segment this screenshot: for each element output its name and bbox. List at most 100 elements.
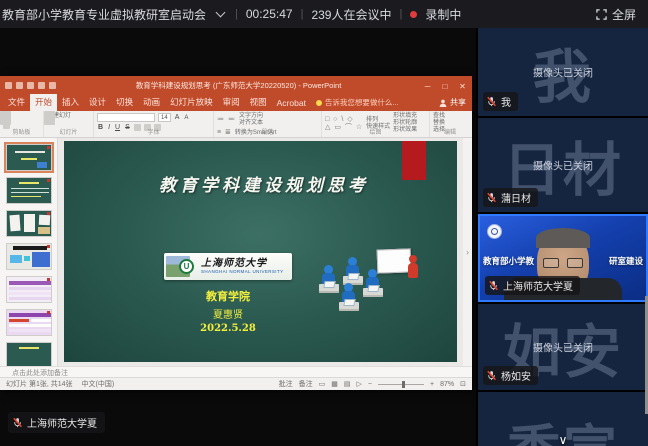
- ppt-status-bar: 幻灯片 第1张, 共14张 中文(中国) 批注 备注 ▭ ▦ ▤ ▷ − + 8…: [0, 377, 472, 390]
- mic-muted-icon: [12, 417, 23, 428]
- tab-slideshow[interactable]: 幻灯片放映: [165, 94, 218, 111]
- ppt-titlebar: 教育学科建设规划思考 (广东师范大学20220520) - PowerPoint…: [0, 76, 472, 94]
- normal-view-icon[interactable]: ▭: [319, 380, 326, 388]
- recording-status: 录制中: [425, 6, 461, 23]
- close-icon[interactable]: ✕: [456, 82, 469, 91]
- minimize-icon[interactable]: ─: [421, 82, 434, 91]
- bullet-list-icon[interactable]: ≔ ≕: [217, 116, 236, 124]
- meeting-title: 教育部小学教育专业虚拟教研室启动会: [2, 6, 206, 23]
- notes-button[interactable]: 备注: [299, 379, 313, 389]
- ribbon-group-drawing: □ ○ \ ◇△ ▭ ⌒ ☆ 排列 快速样式 形状填充 形状轮廓 形状效果 绘图: [322, 111, 430, 137]
- divider: |: [399, 8, 402, 20]
- teacher-figure: [409, 255, 417, 263]
- tab-design[interactable]: 设计: [84, 94, 111, 111]
- zoom-level[interactable]: 87%: [440, 381, 454, 388]
- participant-tile[interactable]: 如安 摄像头已关闭 杨如安: [478, 304, 648, 390]
- slide-scrollbar[interactable]: ›: [463, 138, 472, 366]
- slide-red-rectangle: [402, 141, 426, 180]
- window-controls: ─ □ ✕: [421, 76, 469, 94]
- tab-transitions[interactable]: 切换: [111, 94, 138, 111]
- shape-outline-button[interactable]: 形状轮廓: [393, 120, 417, 127]
- shrink-font-icon[interactable]: A: [183, 115, 189, 121]
- comments-button[interactable]: 批注: [279, 379, 293, 389]
- virtual-bg-text-left: 教育部小学教: [483, 255, 534, 267]
- divider: |: [235, 8, 238, 20]
- fit-slide-icon[interactable]: ⊡: [460, 380, 466, 388]
- maximize-icon[interactable]: □: [439, 82, 452, 91]
- tab-animations[interactable]: 动画: [138, 94, 165, 111]
- slide-thumbnail-panel: [0, 138, 58, 366]
- meeting-topbar: 教育部小学教育专业虚拟教研室启动会 | 00:25:47 | 239人在会议中 …: [0, 0, 648, 28]
- align-text-button[interactable]: 对齐文本: [239, 120, 263, 127]
- tab-view[interactable]: 视图: [245, 94, 272, 111]
- participant-name-label: 我: [483, 92, 518, 111]
- ribbon-group-editing: 查找 替换 选择 编辑: [430, 111, 470, 137]
- slide-thumbnail-1[interactable]: [6, 144, 52, 171]
- ribbon-tab-bar: 文件 开始 插入 设计 切换 动画 幻灯片放映 审阅 视图 Acrobat 告诉…: [0, 94, 472, 111]
- quick-access-toolbar[interactable]: [5, 82, 56, 89]
- participant-count[interactable]: 239人在会议中: [311, 6, 391, 23]
- glasses-icon: [543, 258, 583, 268]
- slide-thumbnail-7[interactable]: [6, 342, 52, 366]
- camera-off-text: 摄像头已关闭: [478, 158, 648, 173]
- slide-canvas[interactable]: 教育学科建设规划思考 U 上海师范大学 SHANGHAI NORMAL UNIV…: [64, 141, 457, 362]
- grow-font-icon[interactable]: A: [174, 114, 181, 121]
- language-indicator[interactable]: 中文(中国): [82, 379, 115, 389]
- person-icon: [439, 99, 447, 107]
- university-name-cn: 上海师范大学: [201, 258, 284, 269]
- fullscreen-button[interactable]: 全屏: [596, 6, 636, 23]
- university-logo-banner: U 上海师范大学 SHANGHAI NORMAL UNIVERSITY: [164, 253, 292, 280]
- recording-dot-icon: [410, 11, 417, 18]
- notes-pane[interactable]: 点击此处添加备注: [0, 366, 472, 377]
- tab-acrobat[interactable]: Acrobat: [272, 96, 311, 111]
- tab-file[interactable]: 文件: [3, 94, 30, 111]
- tell-me-search[interactable]: 告诉我您想要做什么...: [316, 97, 399, 111]
- classroom-clipart: [317, 249, 421, 317]
- ppt-share-button[interactable]: 共享: [439, 97, 466, 111]
- slide-thumbnail-2[interactable]: [6, 177, 52, 204]
- new-slide-icon[interactable]: [44, 111, 55, 125]
- slide-sorter-icon[interactable]: ▦: [331, 380, 338, 388]
- ribbon-group-clipboard: 剪贴板: [0, 111, 44, 137]
- paste-icon[interactable]: [0, 111, 11, 125]
- divider: |: [301, 8, 304, 20]
- camera-off-text: 摄像头已关闭: [478, 65, 648, 80]
- chevron-down-icon[interactable]: [216, 7, 226, 17]
- mic-muted-icon: [486, 96, 497, 107]
- participant-name-label: 上海师范大学夏: [485, 276, 580, 295]
- participant-tile-me[interactable]: 我 摄像头已关闭 我: [478, 28, 648, 116]
- mic-muted-icon: [486, 370, 497, 381]
- slide-author: 夏惠贤: [164, 306, 292, 321]
- zoom-in-icon[interactable]: +: [430, 381, 434, 388]
- tab-insert[interactable]: 插入: [57, 94, 84, 111]
- find-button[interactable]: 查找: [433, 113, 467, 120]
- font-name-box[interactable]: [97, 113, 155, 122]
- slide-date: 2022.5.28: [164, 323, 292, 334]
- participant-tile[interactable]: 日材 摄像头已关闭 蒲日材: [478, 118, 648, 212]
- replace-button[interactable]: 替换: [433, 120, 467, 127]
- reading-view-icon[interactable]: ▤: [344, 380, 351, 388]
- slideshow-icon[interactable]: ▷: [357, 380, 362, 388]
- slide-title: 教育学科建设规划思考: [124, 171, 404, 196]
- presenter-label: 上海师范大学夏: [8, 412, 105, 433]
- text-direction-button[interactable]: 文字方向: [239, 113, 263, 120]
- tab-home[interactable]: 开始: [30, 94, 57, 111]
- slide-thumbnail-3[interactable]: [6, 210, 52, 237]
- arrange-button[interactable]: 排列: [366, 117, 390, 124]
- slide-thumbnail-5[interactable]: [6, 276, 52, 303]
- scroll-down-chevron-icon[interactable]: ∨: [478, 435, 648, 445]
- slide-thumbnail-4[interactable]: [6, 243, 52, 270]
- shape-fill-button[interactable]: 形状填充: [393, 113, 417, 120]
- university-name-en: SHANGHAI NORMAL UNIVERSITY: [201, 269, 284, 275]
- powerpoint-window: 教育学科建设规划思考 (广东师范大学20220520) - PowerPoint…: [0, 76, 472, 390]
- slide-counter: 幻灯片 第1张, 共14张: [6, 379, 73, 389]
- slide-thumbnail-6[interactable]: [6, 309, 52, 336]
- participant-tile-active-speaker[interactable]: 教育部小学教 研室建设 上海师范大学夏: [478, 214, 648, 302]
- tab-review[interactable]: 审阅: [218, 94, 245, 111]
- university-logo-icon: U: [179, 259, 194, 274]
- zoom-slider[interactable]: [378, 384, 424, 385]
- font-size-box[interactable]: 14: [158, 113, 171, 122]
- mic-muted-icon: [488, 280, 499, 291]
- zoom-out-icon[interactable]: −: [368, 381, 372, 388]
- ribbon-group-font: 14 AA B I U S 字体: [94, 111, 214, 137]
